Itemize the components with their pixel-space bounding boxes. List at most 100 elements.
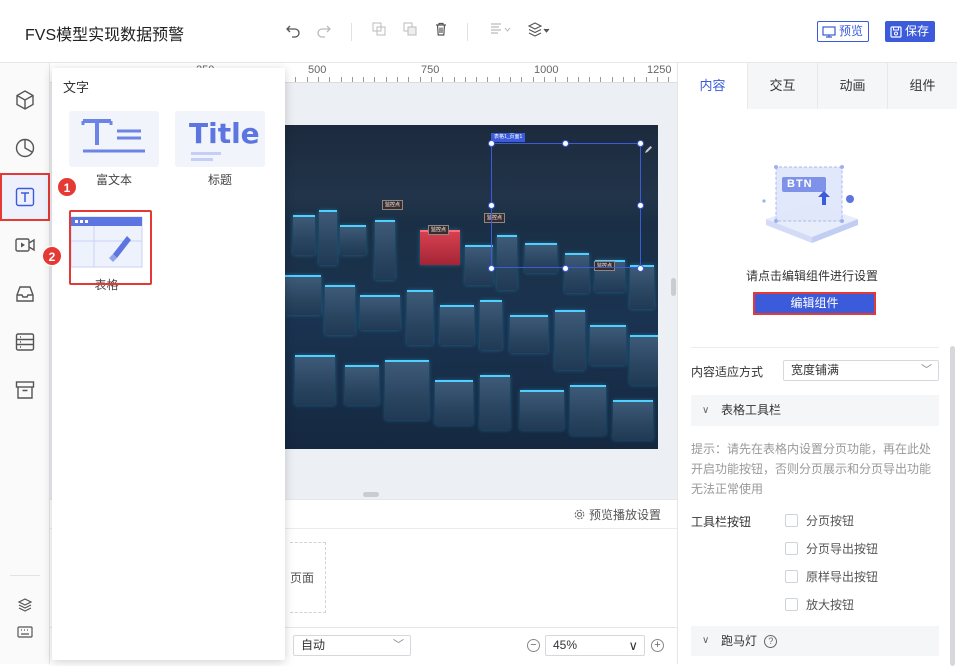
resize-handle[interactable]: [488, 265, 495, 272]
content-fit-select[interactable]: 宽度铺满 ﹀: [783, 360, 939, 381]
zoom-out-button[interactable]: −: [527, 639, 540, 652]
step-badge-1: 1: [57, 177, 77, 197]
canvas-horizontal-scrollbar[interactable]: [363, 492, 379, 497]
resize-handle[interactable]: [562, 140, 569, 147]
ruler-tick: [645, 77, 647, 82]
save-button[interactable]: 保存: [885, 21, 936, 42]
rail-archive-button[interactable]: [0, 368, 50, 412]
checkbox[interactable]: [785, 598, 798, 611]
rail-model-button[interactable]: [0, 78, 50, 122]
align-icon[interactable]: [488, 22, 514, 42]
checkbox[interactable]: [785, 542, 798, 555]
rail-container-button[interactable]: [0, 272, 50, 316]
ruler-tick: [340, 77, 342, 82]
zoom-in-button[interactable]: +: [651, 639, 664, 652]
ruler-tick: [476, 77, 478, 82]
checkbox[interactable]: [785, 570, 798, 583]
ruler-tick: [668, 77, 670, 82]
paste-icon[interactable]: [400, 22, 420, 42]
edit-component-illustration: BTN: [756, 153, 868, 248]
ruler-tick: [656, 77, 658, 82]
selected-table-component[interactable]: [491, 143, 641, 268]
title-label: 标题: [207, 173, 232, 187]
preview-settings-link[interactable]: 预览播放设置: [574, 506, 661, 523]
map-marker-tag[interactable]: 监控点: [382, 200, 404, 210]
add-page-button[interactable]: 页面: [290, 542, 326, 613]
zoom-value: 45%: [553, 638, 578, 652]
chevron-down-icon: ∨: [702, 405, 710, 416]
canvas-vertical-scrollbar[interactable]: [671, 278, 676, 296]
resize-handle[interactable]: [637, 202, 644, 209]
ruler-tick: [464, 77, 466, 82]
edit-pencil-icon[interactable]: [644, 143, 653, 153]
rail-text-button[interactable]: [0, 173, 50, 221]
marquee-section-header[interactable]: ∨ 跑马灯 ?: [691, 626, 939, 656]
resize-handle[interactable]: [488, 140, 495, 147]
marquee-title: 跑马灯: [721, 634, 758, 648]
panel-scrollbar[interactable]: [950, 346, 955, 666]
rail-shortcut-button[interactable]: [0, 613, 50, 651]
edit-component-button[interactable]: 编辑组件: [753, 292, 876, 315]
raw-export-option[interactable]: 原样导出按钮: [785, 568, 878, 585]
illustration-btn-text: BTN: [787, 178, 813, 190]
tab-content[interactable]: 内容: [678, 63, 748, 109]
ruler-tick: [600, 77, 602, 82]
checkbox-label: 分页导出按钮: [806, 542, 879, 556]
content-fit-value: 宽度铺满: [791, 363, 840, 377]
rail-table-button[interactable]: [0, 320, 50, 364]
trash-icon[interactable]: [431, 22, 451, 42]
chevron-down-icon: ﹀: [393, 639, 404, 651]
tab-animation[interactable]: 动画: [818, 63, 888, 109]
cube-icon: [16, 90, 34, 110]
ruler-tick: [453, 77, 455, 82]
redo-icon[interactable]: [314, 22, 334, 42]
layers-icon[interactable]: [527, 22, 553, 42]
component-rail: [0, 63, 50, 664]
ruler-tick: [419, 77, 421, 82]
zoom-button-option[interactable]: 放大按钮: [785, 596, 854, 613]
ruler-label: 1000: [534, 64, 559, 76]
ruler-tick: [385, 77, 387, 82]
pagination-notice: 提示：请先在表格内设置分页功能，再在此处开启功能按钮，否则分页展示和分页导出功能…: [691, 442, 932, 496]
resize-handle[interactable]: [562, 265, 569, 272]
add-page-label: 页面: [290, 571, 315, 585]
ruler-tick: [532, 77, 534, 82]
ruler-tick: [555, 77, 557, 82]
table-toolbar-section-header[interactable]: ∨ 表格工具栏: [691, 395, 939, 426]
checkbox[interactable]: [785, 514, 798, 527]
resize-handle[interactable]: [637, 265, 644, 272]
fit-mode-select[interactable]: 自动 ﹀: [293, 635, 411, 656]
checkbox-label: 分页按钮: [806, 514, 855, 528]
empty-hint: 请点击编辑组件进行设置: [745, 269, 878, 283]
app-title: FVS模型实现数据预警: [25, 27, 185, 44]
properties-panel: 内容 交互 动画 组件 BTN 请点击编辑组件进行设置 编辑组件 内容适应方式 …: [677, 63, 957, 666]
ruler-tick: [611, 77, 613, 82]
ruler-tick: [623, 77, 624, 82]
gear-icon: [574, 509, 585, 520]
toolbar-buttons-label: 工具栏按钮: [691, 515, 752, 529]
rail-chart-button[interactable]: [0, 126, 50, 170]
resize-handle[interactable]: [488, 202, 495, 209]
pagination-export-option[interactable]: 分页导出按钮: [785, 540, 878, 557]
title-thumb-text: Title: [189, 117, 260, 150]
undo-icon[interactable]: [283, 22, 303, 42]
pagination-button-option[interactable]: 分页按钮: [785, 512, 854, 529]
fit-mode-value: 自动: [301, 638, 326, 652]
tab-component[interactable]: 组件: [888, 63, 957, 109]
title-widget[interactable]: Title 标题: [175, 111, 265, 188]
help-icon[interactable]: ?: [764, 635, 778, 649]
ruler-tick: [351, 77, 353, 82]
preview-button[interactable]: 预览: [817, 21, 870, 42]
text-widget-popover: 文字 富文本 Title 标题 表格: [52, 68, 285, 660]
zoom-select[interactable]: 45% ∨: [545, 635, 645, 656]
copy-icon[interactable]: [369, 22, 389, 42]
keyboard-icon: [17, 626, 33, 638]
tab-interaction[interactable]: 交互: [748, 63, 818, 109]
ruler-label: 750: [421, 64, 440, 76]
resize-handle[interactable]: [637, 140, 644, 147]
ruler-tick: [397, 77, 398, 82]
ruler-tick: [498, 77, 500, 82]
map-marker-tag[interactable]: 监控点: [428, 225, 450, 235]
rich-text-thumbnail: [69, 111, 159, 167]
rich-text-widget[interactable]: 富文本: [69, 111, 159, 188]
